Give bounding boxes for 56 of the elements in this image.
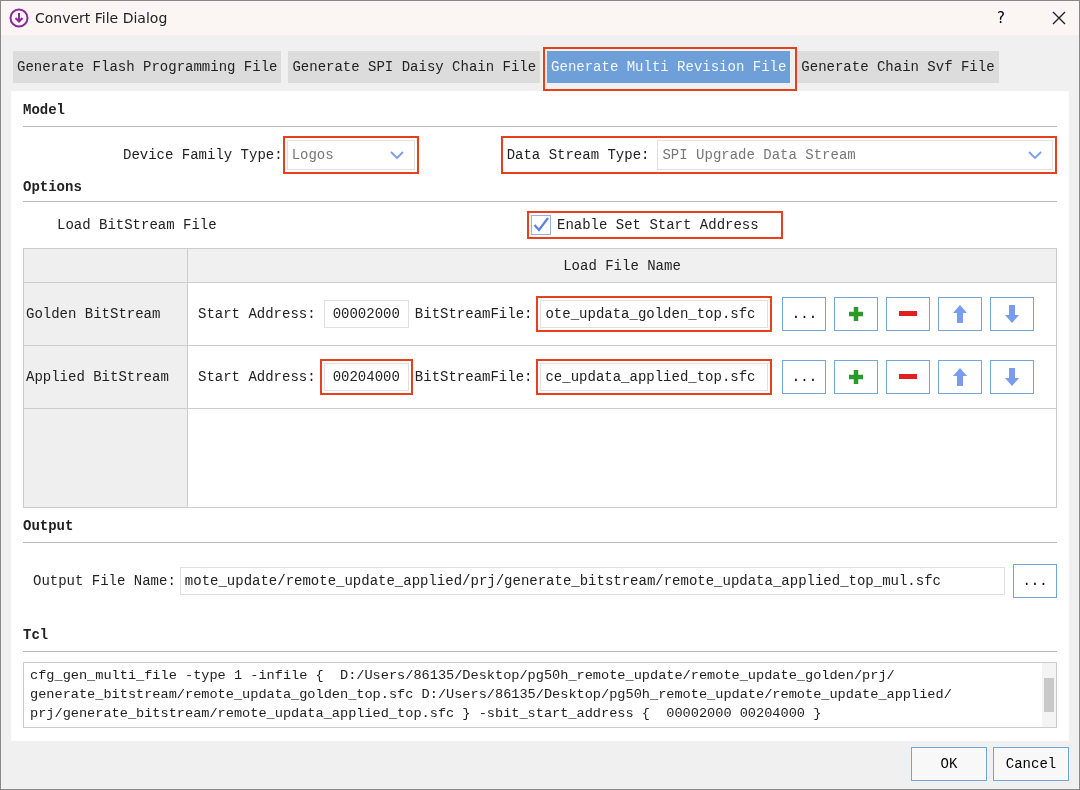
section-heading: Options [23,179,83,197]
tcl-command-text: cfg_gen_multi_file -type 1 -infile { D:/Users/86135/Desktop/pg50h_remote_update/remote_update_golden/prj/ generate_bitstream/remote_updata_golden_top.sfc D:/Users/86135/Desktop/pg50h_remote_update/remote_update_applied/ prj/generate_bitstream/remote_updata_applied_top.sfc } -sbit_start_address { 00002000 00204000 } [29,667,953,723]
plus-icon [848,369,865,385]
scrollbar[interactable] [1042,663,1056,727]
browse-button[interactable]: ... [782,297,827,331]
remove-button[interactable] [886,360,931,394]
field-label: Output File Name: [33,573,176,589]
move-up-button[interactable] [938,297,983,331]
arrow-down-icon [1005,368,1020,386]
section-heading: Output [23,517,75,536]
tab[interactable]: Generate Flash Programming File [13,51,282,83]
move-up-button[interactable] [938,360,983,394]
row-header: Applied BitStream [24,346,188,408]
plus-icon [848,306,865,322]
section-heading: Tcl [23,626,50,645]
address-field[interactable]: 00204000 [323,363,409,391]
minus-icon [899,311,918,317]
dropdown[interactable]: SPI Upgrade Data Stream [657,140,1053,170]
help-button[interactable]: ? [997,9,1005,27]
column-header: Load File Name [562,256,682,276]
minus-icon [899,374,918,380]
arrow-up-icon [953,305,968,323]
row-header: Golden BitStream [24,283,188,345]
arrow-up-icon [953,368,968,386]
address-field[interactable]: 00002000 [323,300,409,328]
dialog-button[interactable]: Cancel [993,747,1069,781]
field-label: Load BitStream File [57,217,218,233]
browse-button[interactable]: ... [782,360,827,394]
dialog-button[interactable]: OK [911,747,987,781]
chevron-down-icon [389,150,404,160]
chevron-down-icon [1028,150,1042,160]
browse-button[interactable]: ... [1013,564,1057,598]
field-label: Data Stream Type: [506,147,650,163]
tab[interactable]: Generate Chain Svf File [797,51,999,83]
field-label: Start Address: [198,369,316,385]
dropdown[interactable]: Logos [286,140,415,170]
file-field[interactable]: ce_updata_applied_top.sfc [540,363,769,391]
tab[interactable]: Generate SPI Daisy Chain File [288,51,541,83]
arrow-down-icon [1005,305,1020,323]
checkbox[interactable]: Enable Set Start Address [531,215,779,235]
field-label: Device Family Type: [123,147,283,163]
section-heading: Model [23,101,66,120]
download-icon [9,8,29,28]
close-icon[interactable] [1051,10,1067,26]
field-label: BitStreamFile: [414,369,533,385]
add-button[interactable] [834,297,879,331]
output-file-field[interactable]: mote_update/remote_update_applied/prj/generate_bitstream/remote_updata_applied_top_mul.sfc [179,567,1005,595]
tcl-text-area[interactable] [23,662,1057,728]
move-down-button[interactable] [990,297,1035,331]
file-field[interactable]: ote_updata_golden_top.sfc [540,300,769,328]
move-down-button[interactable] [990,360,1035,394]
field-label: BitStreamFile: [414,306,533,322]
window-title: Convert File Dialog [35,10,168,26]
add-button[interactable] [834,360,879,394]
field-label: Start Address: [198,306,316,322]
remove-button[interactable] [886,297,931,331]
